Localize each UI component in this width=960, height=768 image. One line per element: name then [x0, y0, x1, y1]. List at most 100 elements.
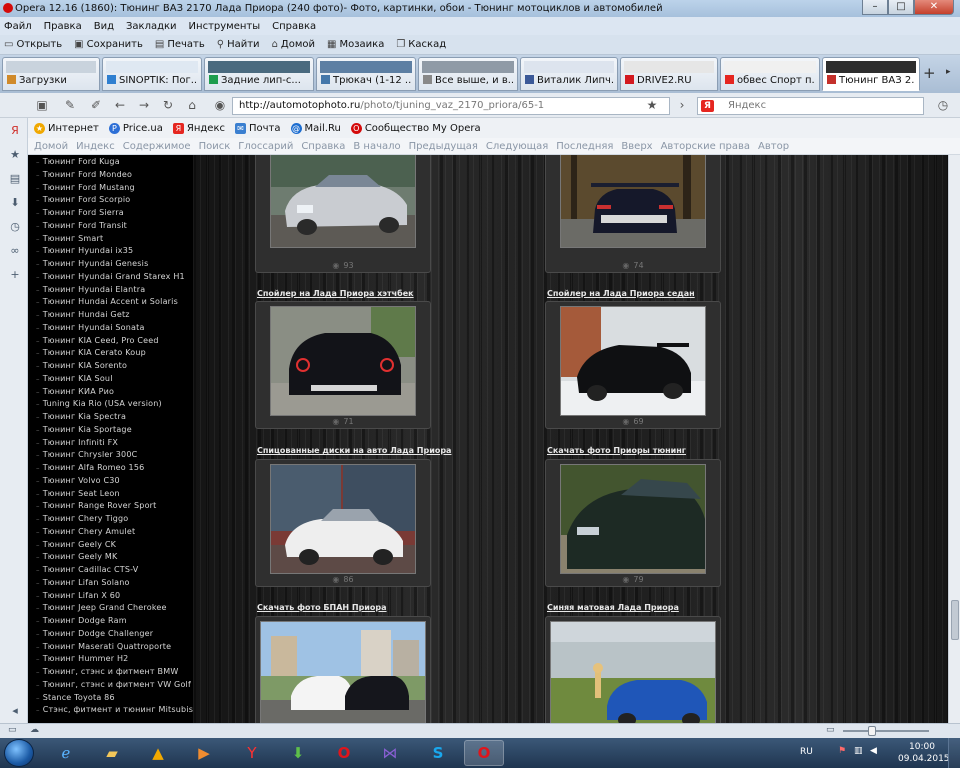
- pencil-icon[interactable]: ✐: [88, 97, 104, 113]
- menu-link[interactable]: Тюнинг Hyundai Sonata: [36, 323, 145, 332]
- skype-icon[interactable]: S: [418, 740, 458, 766]
- menu-help[interactable]: Справка: [272, 21, 316, 32]
- car-photo[interactable]: [270, 155, 416, 248]
- zoom-slider-knob[interactable]: [868, 726, 876, 736]
- notes-icon[interactable]: ▤: [8, 172, 22, 186]
- menu-link[interactable]: Тюнинг Jeep Grand Cherokee: [36, 603, 167, 612]
- tab-yandex-sport[interactable]: обвес Спорт п...: [720, 57, 820, 91]
- cascade-button[interactable]: ❐ Каскад: [396, 39, 446, 50]
- menu-link[interactable]: Тюнинг Hundai Accent и Solaris: [36, 297, 178, 306]
- nav-home[interactable]: Домой: [34, 141, 68, 152]
- menu-link[interactable]: Тюнинг Ford Scorpio: [36, 195, 130, 204]
- bookmarks-star-icon[interactable]: ★: [8, 148, 22, 162]
- photo-title-link[interactable]: Спойлер на Лада Приора хэтчбек: [257, 289, 414, 298]
- menu-link[interactable]: Тюнинг Seat Leon: [36, 489, 120, 498]
- add-panel-icon[interactable]: +: [8, 268, 22, 282]
- tools-icon[interactable]: ✎: [62, 97, 78, 113]
- menu-bookmarks[interactable]: Закладки: [126, 21, 177, 32]
- photo-title-link[interactable]: Спицованные диски на авто Лада Приора: [257, 446, 451, 455]
- gallery-card[interactable]: [255, 616, 431, 723]
- menu-link[interactable]: Тюнинг Hyundai Grand Starex H1: [36, 272, 185, 281]
- menu-tools[interactable]: Инструменты: [189, 21, 261, 32]
- save-button[interactable]: ▣ Сохранить: [74, 39, 143, 50]
- language-indicator[interactable]: RU: [800, 747, 813, 757]
- photo-title-link[interactable]: Синяя матовая Лада Приора: [547, 603, 679, 612]
- links-icon[interactable]: ∞: [8, 244, 22, 258]
- search-field[interactable]: Я Яндекс: [697, 97, 924, 115]
- find-button[interactable]: ⚲ Найти: [217, 39, 260, 50]
- opera-active-icon[interactable]: O: [464, 740, 504, 766]
- bookmark-myopera[interactable]: O Сообщество My Opera: [350, 122, 481, 134]
- gallery-card[interactable]: ◉ 74: [545, 155, 721, 273]
- tab-vaz-tuning[interactable]: Тюнинг ВАЗ 2...: [822, 57, 920, 91]
- car-photo[interactable]: [260, 621, 426, 723]
- speed-icon[interactable]: ◷: [935, 97, 951, 113]
- menu-link[interactable]: Тюнинг Cadillac CTS-V: [36, 565, 139, 574]
- history-icon[interactable]: ◷: [8, 220, 22, 234]
- zoom-view-icon[interactable]: ▭: [826, 725, 835, 735]
- go-arrow-icon[interactable]: ›: [674, 97, 690, 113]
- open-button[interactable]: ▭ Открыть: [4, 39, 62, 50]
- tab-drive2[interactable]: DRIVE2.RU: [620, 57, 718, 91]
- menu-link[interactable]: Тюнинг Chery Amulet: [36, 527, 135, 536]
- menu-link[interactable]: Тюнинг Geely MK: [36, 552, 118, 561]
- menu-link[interactable]: Тюнинг, стэнс и фитмент VW Golf: [36, 680, 191, 689]
- nav-contents[interactable]: Содержимое: [123, 141, 191, 152]
- menu-view[interactable]: Вид: [94, 21, 114, 32]
- menu-link[interactable]: Тюнинг Chrysler 300C: [36, 450, 138, 459]
- nav-previous[interactable]: Предыдущая: [409, 141, 478, 152]
- menu-link[interactable]: Тюнинг, стэнс и фитмент BMW: [36, 667, 179, 676]
- back-icon[interactable]: ←: [112, 97, 128, 113]
- home-icon[interactable]: ⌂: [184, 97, 200, 113]
- gallery-card[interactable]: [545, 616, 721, 723]
- menu-link[interactable]: Тюнинг Geely CK: [36, 540, 116, 549]
- scrollbar-thumb[interactable]: [951, 600, 959, 640]
- menu-link[interactable]: Тюнинг Hummer H2: [36, 654, 129, 663]
- downloads-icon[interactable]: ⬇: [8, 196, 22, 210]
- menu-link[interactable]: Тюнинг Lifan Solano: [36, 578, 130, 587]
- media-player-icon[interactable]: ▶: [184, 740, 224, 766]
- car-photo[interactable]: [270, 306, 416, 416]
- download-manager-icon[interactable]: ⬇: [278, 740, 318, 766]
- mosaic-button[interactable]: ▦ Мозаика: [327, 39, 384, 50]
- menu-file[interactable]: Файл: [4, 21, 32, 32]
- car-photo[interactable]: [560, 155, 706, 248]
- menu-link[interactable]: Тюнинг Alfa Romeo 156: [36, 463, 145, 472]
- close-button[interactable]: ✕: [914, 0, 954, 15]
- menu-link[interactable]: Tuning Kia Rio (USA version): [36, 399, 162, 408]
- menu-link[interactable]: Тюнинг Hyundai ix35: [36, 246, 133, 255]
- menu-link[interactable]: Тюнинг Hyundai Genesis: [36, 259, 149, 268]
- opera-taskbar-icon[interactable]: O: [324, 740, 364, 766]
- menu-link[interactable]: Stance Toyota 86: [36, 693, 115, 702]
- print-button[interactable]: ▤ Печать: [155, 39, 205, 50]
- visual-studio-icon[interactable]: ⋈: [370, 740, 410, 766]
- nav-index[interactable]: Индекс: [76, 141, 115, 152]
- gallery-card[interactable]: ◉ 79: [545, 459, 721, 587]
- tab-vitalik[interactable]: Виталик Липч...: [520, 57, 618, 91]
- maximize-button[interactable]: □: [888, 0, 914, 15]
- reload-icon[interactable]: ↻: [160, 97, 176, 113]
- bookmark-star-icon[interactable]: ★: [644, 97, 660, 113]
- nav-last[interactable]: Последняя: [556, 141, 613, 152]
- yandex-icon[interactable]: Я: [8, 124, 22, 138]
- bookmark-internet[interactable]: ★ Интернет: [34, 122, 99, 134]
- menu-link[interactable]: Тюнинг Dodge Ram: [36, 616, 127, 625]
- panel-toggle-icon[interactable]: ▭: [8, 725, 17, 735]
- tab-sinoptik[interactable]: SINOPTIK: Пог...: [102, 57, 202, 91]
- menu-link[interactable]: Тюнинг Range Rover Sport: [36, 501, 157, 510]
- action-center-icon[interactable]: ⚑: [838, 746, 846, 756]
- menu-link[interactable]: Тюнинг Hyundai Elantra: [36, 285, 145, 294]
- nav-next[interactable]: Следующая: [486, 141, 548, 152]
- nav-glossary[interactable]: Глоссарий: [238, 141, 293, 152]
- clock[interactable]: 10:00 09.04.2015: [898, 741, 950, 765]
- car-photo[interactable]: [560, 464, 706, 574]
- photo-title-link[interactable]: Скачать фото БПАН Приора: [257, 603, 387, 612]
- menu-link[interactable]: Тюнинг Kia Sportage: [36, 425, 132, 434]
- zoom-slider[interactable]: [843, 730, 929, 732]
- menu-link[interactable]: Тюнинг КИА Рио: [36, 387, 114, 396]
- menu-link[interactable]: Тюнинг Dodge Challenger: [36, 629, 153, 638]
- tab-higher[interactable]: Все выше, и в...: [418, 57, 518, 91]
- show-desktop-button[interactable]: [948, 738, 960, 768]
- menu-link[interactable]: Тюнинг Smart: [36, 234, 103, 243]
- tab-list-button[interactable]: ▸: [946, 67, 951, 77]
